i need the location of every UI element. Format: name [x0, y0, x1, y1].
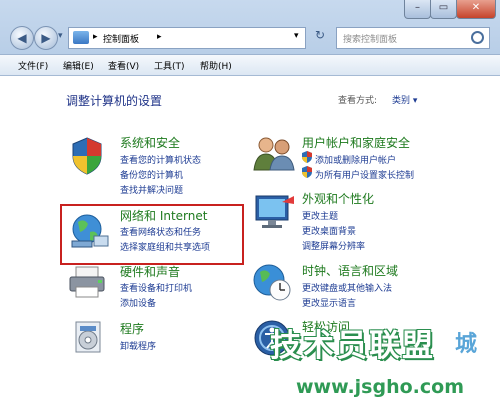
refresh-button[interactable]: ↻ — [309, 28, 331, 46]
red-highlight-box — [60, 204, 244, 265]
link-desktop-background[interactable]: 更改桌面背景 — [302, 224, 356, 237]
search-icon[interactable] — [471, 31, 484, 44]
page-title: 调整计算机的设置 — [66, 94, 163, 108]
link-screen-resolution[interactable]: 调整屏幕分辨率 — [302, 239, 365, 252]
printer-icon[interactable] — [68, 265, 108, 299]
link-backup-computer[interactable]: 备份您的计算机 — [120, 168, 183, 181]
control-panel-icon — [73, 31, 89, 44]
menu-bar: 文件(F) 编辑(E) 查看(V) 工具(T) 帮助(H) — [0, 55, 500, 76]
address-separator-icon[interactable]: ▸ — [157, 32, 162, 42]
link-add-device[interactable]: 添加设备 — [120, 296, 156, 309]
watermark-suffix: 城 — [455, 332, 478, 357]
link-view-computer-status[interactable]: 查看您的计算机状态 — [120, 153, 201, 166]
category-programs[interactable]: 程序 — [120, 320, 144, 337]
control-panel-content: 调整计算机的设置 查看方式: 类别 ▾ 系统和安全 查看您的计算机状态 备份您的… — [0, 76, 500, 403]
address-bar[interactable]: ▸ 控制面板 ▸ ▾ — [68, 27, 306, 49]
watermark-url: www.jsgho.com — [296, 376, 464, 398]
view-by-label: 查看方式: — [338, 96, 378, 106]
appearance-icon[interactable] — [252, 192, 296, 230]
shield-icon — [302, 166, 312, 178]
link-uninstall-program[interactable]: 卸载程序 — [120, 339, 156, 352]
category-hardware-sound[interactable]: 硬件和声音 — [120, 263, 180, 280]
menu-file[interactable]: 文件(F) — [18, 59, 48, 72]
menu-edit[interactable]: 编辑(E) — [63, 59, 94, 72]
user-accounts-icon[interactable] — [252, 134, 296, 172]
search-box[interactable]: 搜索控制面板 — [336, 27, 490, 49]
address-dropdown-icon[interactable]: ▾ — [294, 31, 299, 41]
category-system-security[interactable]: 系统和安全 — [120, 134, 180, 151]
watermark-text: 技术员联盟 — [270, 328, 435, 364]
link-parental-controls[interactable]: 为所有用户设置家长控制 — [315, 168, 414, 181]
back-button[interactable]: ◀ — [10, 26, 34, 50]
menu-tools[interactable]: 工具(T) — [154, 59, 185, 72]
shield-icon[interactable] — [70, 136, 104, 176]
menu-view[interactable]: 查看(V) — [108, 59, 139, 72]
link-devices-printers[interactable]: 查看设备和打印机 — [120, 281, 192, 294]
minimize-button[interactable]: – — [404, 0, 431, 19]
shield-icon — [302, 151, 312, 163]
maximize-button[interactable]: ▭ — [430, 0, 457, 19]
close-button[interactable]: ✕ — [456, 0, 496, 19]
link-change-theme[interactable]: 更改主题 — [302, 209, 338, 222]
view-by-dropdown[interactable]: 类别 ▾ — [392, 93, 417, 106]
category-clock-language-region[interactable]: 时钟、语言和区域 — [302, 262, 398, 279]
title-bar: – ▭ ✕ ◀ ▶ ▾ ▸ 控制面板 ▸ ▾ ↻ 搜索控制面板 — [0, 0, 500, 55]
forward-button[interactable]: ▶ — [34, 26, 58, 50]
category-user-accounts[interactable]: 用户帐户和家庭安全 — [302, 134, 410, 151]
clock-globe-icon[interactable] — [252, 262, 294, 302]
recent-pages-dropdown-icon[interactable]: ▾ — [58, 31, 63, 41]
breadcrumb-control-panel[interactable]: 控制面板 — [103, 32, 139, 45]
link-change-keyboard[interactable]: 更改键盘或其他输入法 — [302, 281, 392, 294]
link-display-language[interactable]: 更改显示语言 — [302, 296, 356, 309]
programs-icon[interactable] — [70, 318, 106, 356]
link-troubleshoot[interactable]: 查找并解决问题 — [120, 183, 183, 196]
category-appearance[interactable]: 外观和个性化 — [302, 190, 374, 207]
link-add-remove-users[interactable]: 添加或删除用户帐户 — [315, 153, 396, 166]
search-input[interactable]: 搜索控制面板 — [343, 32, 397, 45]
menu-help[interactable]: 帮助(H) — [200, 59, 232, 72]
address-separator-icon[interactable]: ▸ — [93, 32, 98, 42]
